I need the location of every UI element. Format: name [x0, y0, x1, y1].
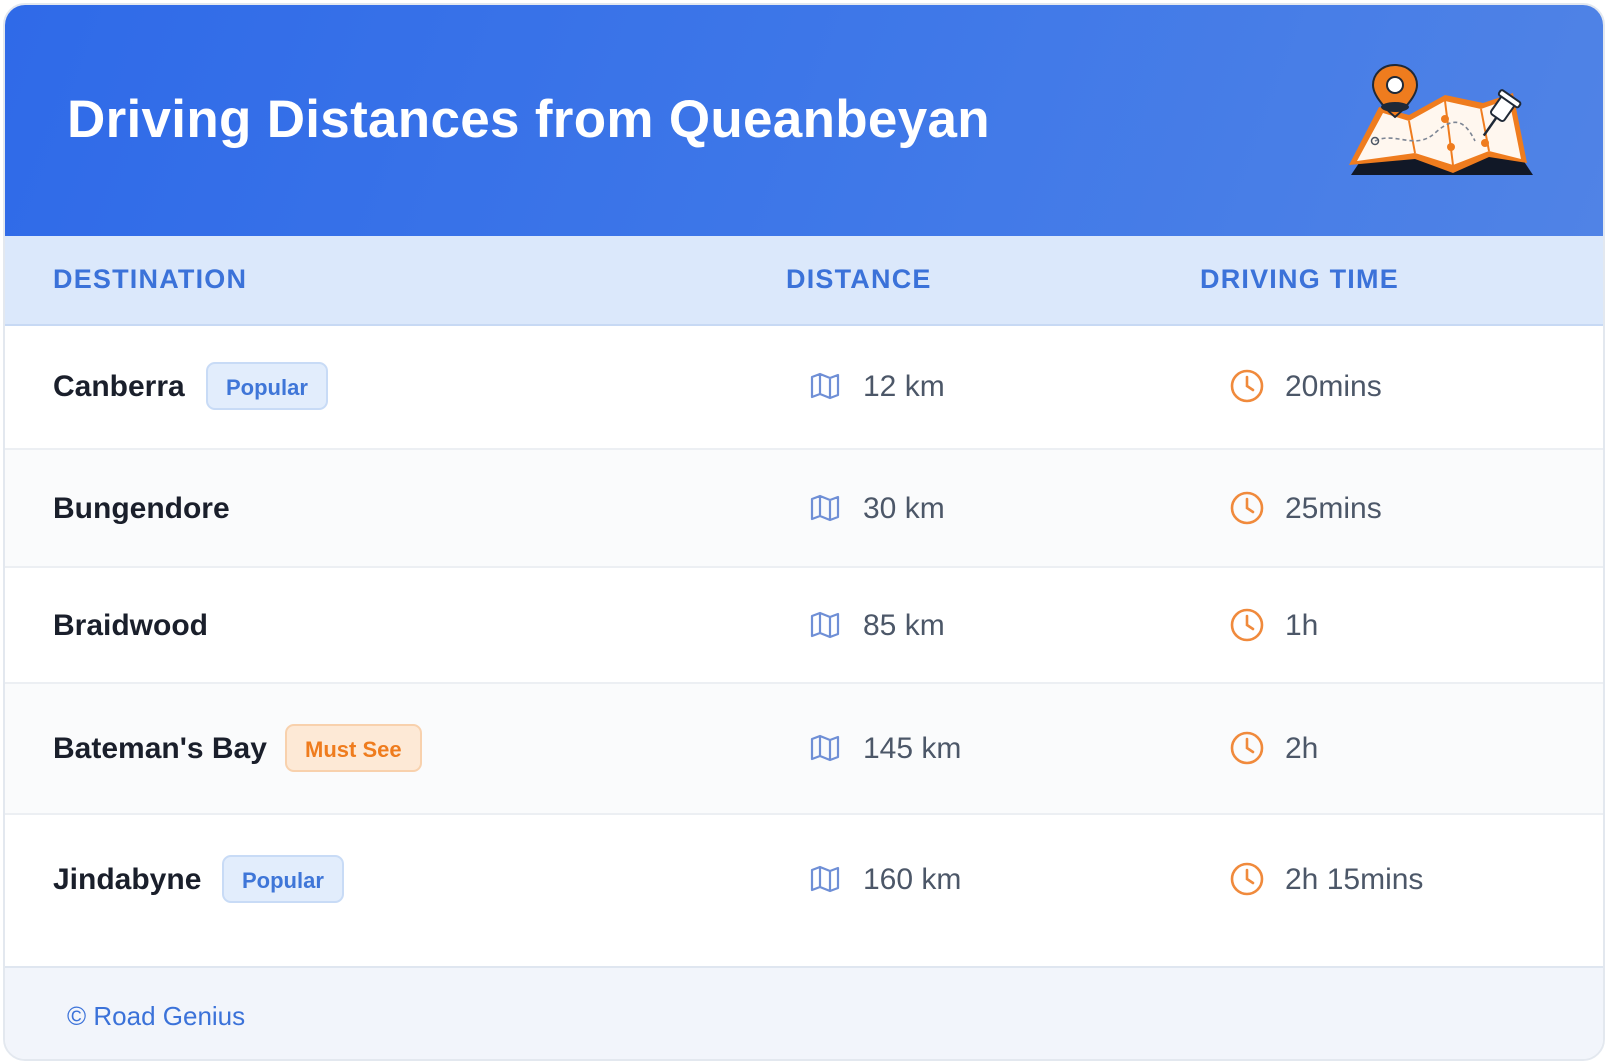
table-header: DESTINATION DISTANCE DRIVING TIME [5, 236, 1603, 326]
destination-name: Bungendore [53, 492, 230, 525]
driving-time-value: 2h 15mins [1285, 863, 1424, 896]
destination-name: Jindabyne [53, 863, 202, 896]
clock-icon [1230, 369, 1264, 403]
map-icon [810, 865, 840, 893]
map-icon [810, 494, 840, 522]
column-header-destination[interactable]: DESTINATION [53, 264, 247, 295]
distance-value: 12 km [863, 370, 945, 403]
driving-time-value: 25mins [1285, 492, 1382, 525]
distance-value: 85 km [863, 609, 945, 642]
distance-value: 30 km [863, 492, 945, 525]
popular-badge: Popular [222, 855, 344, 903]
header: Driving Distances from Queanbeyan [5, 5, 1603, 236]
must-see-badge: Must See [285, 724, 422, 772]
table-row[interactable]: Bungendore 30 km 25mins [5, 450, 1603, 568]
destination-name: Braidwood [53, 609, 208, 642]
distance-value: 145 km [863, 732, 962, 765]
map-pin-illustration [1349, 63, 1533, 175]
map-icon [810, 372, 840, 400]
column-header-distance[interactable]: DISTANCE [786, 264, 932, 295]
table-row[interactable]: Braidwood 85 km 1h [5, 568, 1603, 684]
clock-icon [1230, 862, 1264, 896]
driving-time-value: 1h [1285, 609, 1319, 642]
driving-time-value: 2h [1285, 732, 1319, 765]
destination-name: Canberra [53, 370, 185, 403]
distance-table-card: Driving Distances from Queanbeyan DESTIN… [3, 3, 1605, 1061]
copyright-link[interactable]: © Road Genius [67, 1001, 245, 1032]
popular-badge: Popular [206, 362, 328, 410]
clock-icon [1230, 491, 1264, 525]
page-title: Driving Distances from Queanbeyan [67, 90, 990, 149]
table-row[interactable]: Canberra Popular 12 km 20mins [5, 326, 1603, 450]
map-icon [810, 611, 840, 639]
column-header-driving-time[interactable]: DRIVING TIME [1200, 264, 1399, 295]
table-row[interactable]: Bateman's Bay Must See 145 km 2h [5, 684, 1603, 815]
table-row[interactable]: Jindabyne Popular 160 km 2h 15mins [5, 815, 1603, 946]
clock-icon [1230, 731, 1264, 765]
destination-name: Bateman's Bay [53, 732, 267, 765]
clock-icon [1230, 608, 1264, 642]
distance-value: 160 km [863, 863, 962, 896]
driving-time-value: 20mins [1285, 370, 1382, 403]
map-icon [810, 734, 840, 762]
footer: © Road Genius [5, 966, 1603, 1059]
